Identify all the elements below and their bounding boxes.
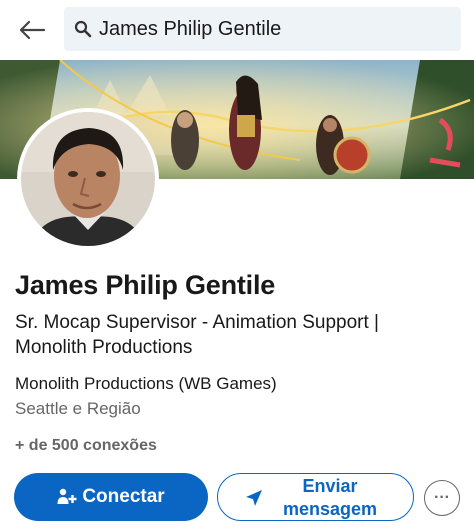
profile-company[interactable]: Monolith Productions (WB Games) (15, 374, 277, 394)
profile-headline: Sr. Mocap Supervisor - Animation Support… (15, 312, 379, 358)
more-horizontal-icon: ··· (434, 489, 450, 506)
more-options-button[interactable]: ··· (424, 480, 460, 516)
back-button[interactable] (14, 12, 50, 48)
send-message-button[interactable]: Enviar mensagem (217, 473, 414, 521)
top-bar: James Philip Gentile (0, 0, 474, 60)
send-icon (246, 490, 262, 506)
avatar[interactable] (21, 112, 155, 246)
connections-count[interactable]: + de 500 conexões (15, 437, 157, 455)
search-query[interactable]: James Philip Gentile (99, 18, 281, 41)
add-person-icon (57, 487, 77, 507)
connect-button-label: Conectar (82, 486, 165, 507)
connect-button[interactable]: Conectar (14, 473, 208, 521)
search-icon (73, 19, 93, 39)
send-message-label: Enviar mensagem (282, 476, 378, 519)
profile-location: Seattle e Região (15, 399, 141, 418)
arrow-left-icon (19, 20, 46, 40)
profile-name: James Philip Gentile (15, 270, 276, 300)
search-bar[interactable]: James Philip Gentile (64, 7, 461, 51)
